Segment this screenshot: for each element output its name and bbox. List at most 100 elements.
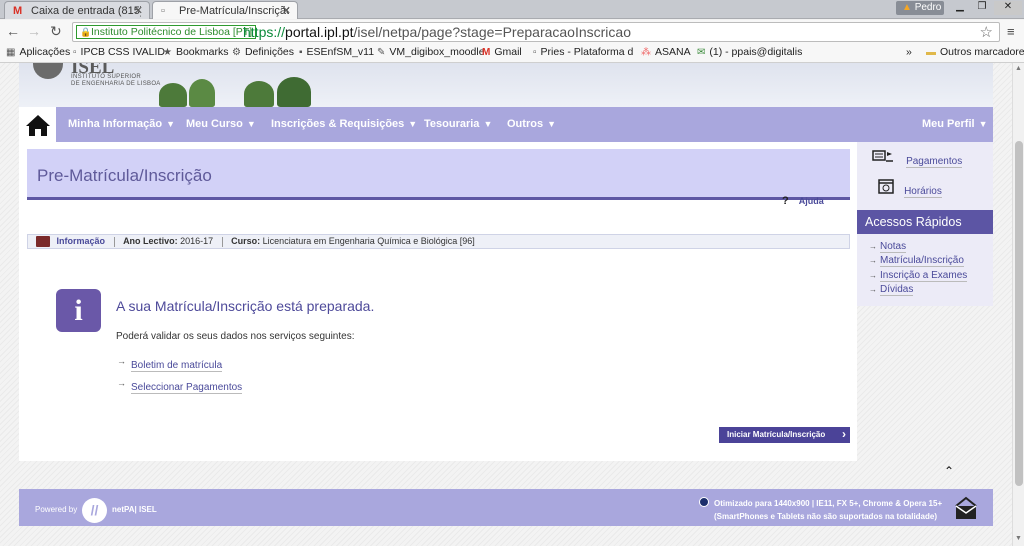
calendar-icon — [878, 179, 894, 194]
course-value: Licenciatura em Engenharia Química e Bio… — [262, 236, 475, 246]
profile-button[interactable]: ▲ Pedro — [896, 1, 944, 15]
reload-icon[interactable]: ↻ — [50, 23, 62, 40]
netpa-logo-icon[interactable]: // — [82, 498, 107, 523]
isel-logo-icon[interactable] — [33, 63, 63, 79]
nav-meu-curso[interactable]: Meu Curso ▼ — [186, 118, 256, 130]
page-title-box: Pre-Matrícula/Inscrição — [27, 149, 850, 200]
payments-item[interactable]: Pagamentos — [872, 148, 963, 168]
nav-minha-informacao[interactable]: Minha Informação ▼ — [68, 118, 175, 130]
footer: Powered by // netPA| ISEL Otimizado para… — [19, 489, 993, 526]
apps-icon: ▦ — [6, 47, 16, 58]
tree-shape — [159, 83, 187, 107]
bookmark-item[interactable]: M Gmail — [482, 46, 522, 58]
bookmark-item[interactable]: ⚙ Definições — [232, 46, 294, 58]
sub-message: Poderá validar os seus dados nos serviço… — [116, 331, 355, 342]
quick-access-title: Acessos Rápidos — [857, 210, 993, 234]
bookmark-item[interactable]: ★ Bookmarks — [163, 46, 228, 58]
contact-mail-icon[interactable] — [953, 495, 979, 521]
tab-gmail[interactable]: M Caixa de entrada (815) - p ✕ — [4, 1, 150, 19]
page-title: Pre-Matrícula/Inscrição — [37, 166, 212, 185]
bookmarks-overflow[interactable]: » — [906, 46, 912, 58]
arrow-right-icon: → — [869, 256, 877, 265]
gear-icon: ⚙ — [232, 47, 241, 58]
home-icon — [25, 114, 50, 136]
nav-meu-perfil[interactable]: Meu Perfil ▼ — [922, 118, 988, 130]
bookmark-item[interactable]: ▪ ESEnfSM_v11 — [299, 46, 374, 58]
start-enrollment-button[interactable]: Iniciar Matrícula/Inscrição › — [719, 427, 850, 443]
bookmark-item[interactable]: ⁂ ASANA — [641, 46, 691, 58]
optimized-note: Otimizado para 1440x900 | IE11, FX 5+, C… — [699, 497, 942, 523]
tab-title: Caixa de entrada (815) - p — [31, 5, 141, 17]
nav-inscricoes[interactable]: Inscrições & Requisições ▼ — [271, 118, 417, 130]
minimize-button[interactable]: ▁ — [948, 1, 972, 15]
nav-outros[interactable]: Outros ▼ — [507, 118, 556, 130]
quick-link-matricula[interactable]: → Matrícula/Inscrição — [869, 255, 964, 267]
arrow-right-icon: → — [117, 378, 126, 388]
profile-name: Pedro — [914, 2, 942, 13]
bookmark-item[interactable]: ▫ IPCB CSS IVALID — [73, 46, 165, 58]
vertical-scrollbar[interactable]: ▲ ▼ — [1012, 63, 1024, 546]
page-icon: ✎ — [377, 47, 386, 58]
asana-icon: ⁂ — [641, 47, 651, 58]
arrow-right-icon: → — [869, 271, 877, 280]
restore-button[interactable]: ❐ — [970, 1, 994, 15]
help-link[interactable]: ? Ajuda — [782, 195, 824, 207]
bookmark-item[interactable]: ▦ Aplicações — [6, 46, 70, 58]
page-icon: ▫ — [533, 47, 537, 58]
boletim-link[interactable]: → Boletim de matrícula — [117, 356, 223, 372]
tree-shape — [277, 77, 311, 107]
nav-tesouraria[interactable]: Tesouraria ▼ — [424, 118, 492, 130]
other-bookmarks[interactable]: ▬ Outros marcadores — [926, 46, 1024, 58]
scroll-up-icon[interactable]: ▲ — [1015, 65, 1022, 72]
site-banner: ISEL INSTITUTO SUPERIOR DE ENGENHARIA DE… — [19, 63, 993, 107]
close-icon[interactable]: ✕ — [282, 4, 291, 17]
url-text[interactable]: https://portal.ipl.pt/isel/netpa/page?st… — [243, 24, 631, 40]
divider — [221, 236, 223, 247]
browser-toolbar: ← → ↻ 🔒 Instituto Politécnico de Lisboa [… — [0, 20, 1024, 44]
chevron-down-icon: ▼ — [978, 119, 988, 129]
quick-link-dividas[interactable]: → Dívidas — [869, 284, 914, 296]
window-close-button[interactable]: ✕ — [994, 1, 1022, 15]
tab-pre-matricula[interactable]: ▫ Pre-Matrícula/Inscrição ✕ — [152, 1, 298, 19]
bookmarks-bar: ▦ Aplicações ▫ IPCB CSS IVALID ★ Bookmarks … — [0, 44, 1024, 63]
info-book-icon — [36, 236, 50, 248]
tree-shape — [189, 79, 215, 107]
mail-icon: ✉ — [697, 47, 706, 58]
star-icon: ★ — [163, 47, 172, 58]
quick-link-exames[interactable]: → Inscrição a Exames — [869, 270, 968, 282]
address-bar[interactable]: 🔒 Instituto Politécnico de Lisboa [PT] ht… — [72, 22, 1000, 42]
scroll-down-icon[interactable]: ▼ — [1015, 535, 1022, 542]
logo-subtitle: INSTITUTO SUPERIOR DE ENGENHARIA DE LISB… — [71, 74, 161, 87]
page-viewport: ISEL INSTITUTO SUPERIOR DE ENGENHARIA DE… — [0, 63, 1012, 546]
chevron-right-icon: › — [842, 427, 846, 441]
browser-tab-strip: M Caixa de entrada (815) - p ✕ ▫ Pre-Mat… — [0, 0, 1024, 19]
bookmark-item[interactable]: ✎ VM_digibox_moodle — [377, 46, 485, 58]
close-icon[interactable]: ✕ — [134, 4, 143, 17]
bookmark-item[interactable]: ✉ (1) - ppais@digitalis.p — [697, 46, 802, 58]
scrollbar-thumb[interactable] — [1015, 141, 1023, 486]
chevron-down-icon: ▼ — [166, 119, 176, 129]
back-icon[interactable]: ← — [6, 23, 20, 39]
arrow-right-icon: → — [869, 285, 877, 294]
globe-icon — [699, 497, 709, 507]
pagamentos-link[interactable]: → Seleccionar Pagamentos — [117, 378, 243, 394]
chevron-down-icon: ▼ — [408, 119, 418, 129]
info-icon: i — [56, 289, 101, 332]
quick-link-notas[interactable]: → Notas — [869, 241, 907, 253]
tab-title: Pre-Matrícula/Inscrição — [179, 5, 289, 17]
forward-icon[interactable]: → — [27, 23, 41, 39]
menu-icon[interactable]: ≡ — [1007, 24, 1015, 39]
secure-badge[interactable]: 🔒 Instituto Politécnico de Lisboa [PT] — [76, 25, 257, 39]
arrow-right-icon: → — [117, 356, 126, 366]
tree-shape — [244, 81, 274, 107]
info-link[interactable]: Informação — [57, 236, 106, 246]
bookmark-star-icon[interactable]: ☆ — [980, 23, 993, 41]
home-button[interactable] — [19, 107, 56, 142]
chevron-down-icon: ▼ — [483, 119, 493, 129]
banner-trees — [159, 77, 329, 107]
payments-icon — [872, 150, 893, 162]
horarios-item[interactable]: Horários — [878, 178, 942, 198]
main-nav: Minha Informação ▼ Meu Curso ▼ Inscrições … — [19, 107, 993, 142]
scroll-top-icon[interactable]: ⌃ — [944, 464, 954, 478]
bookmark-item[interactable]: ▫ Pries - Plataforma de — [533, 46, 633, 58]
